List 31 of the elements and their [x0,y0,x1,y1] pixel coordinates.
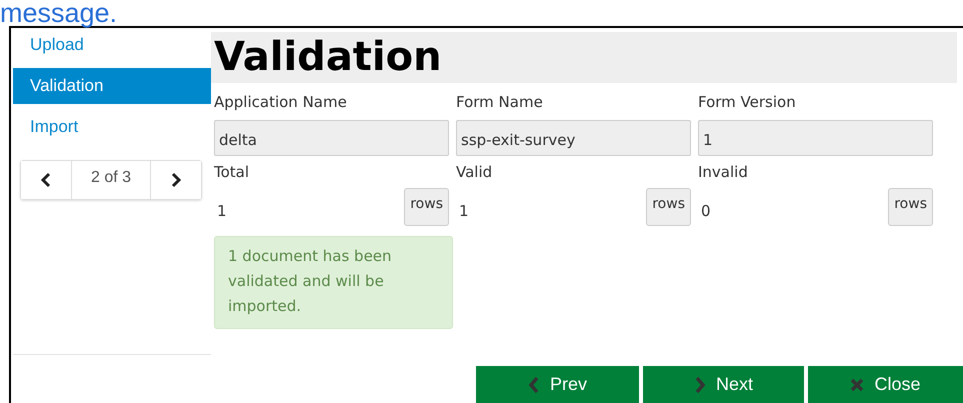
input-field[interactable]: 0 [698,194,888,220]
next-button[interactable] [151,161,201,199]
previous-button[interactable] [21,161,71,199]
prev-button[interactable]: Prev [476,366,639,403]
input-field[interactable]: ssp-exit-survey [456,120,691,156]
input-field[interactable]: delta [214,120,449,156]
success-alert: 1 document has been validated and will be imported. [214,236,453,329]
chevron-right-icon [694,376,706,394]
input-field[interactable]: 1 [214,194,404,220]
chevron-left-icon [40,172,52,188]
field-label: Valid [456,162,494,182]
unit-addon: rows [888,188,933,226]
unit-addon: rows [646,188,691,226]
chevron-left-icon [528,376,540,394]
chevron-right-icon [170,172,182,188]
input-field[interactable]: 1 [698,120,933,156]
close-icon [850,378,864,392]
field-label: Form Version [698,92,797,112]
nav-item[interactable]: Validation [13,68,211,104]
page-title: Validation [211,32,957,83]
field-label: Total [214,162,250,182]
field-label: Application Name [214,92,348,112]
message-text: message. [0,0,118,26]
next-button[interactable]: Next [643,366,804,403]
unit-addon: rows [404,188,449,226]
field-label: Invalid [698,162,749,182]
nav-item[interactable]: Import [13,112,211,142]
close-button[interactable]: Close [808,366,963,403]
input-field[interactable]: 1 [456,194,646,220]
field-label: Form Name [456,92,544,112]
nav-item[interactable]: Upload [13,30,211,60]
